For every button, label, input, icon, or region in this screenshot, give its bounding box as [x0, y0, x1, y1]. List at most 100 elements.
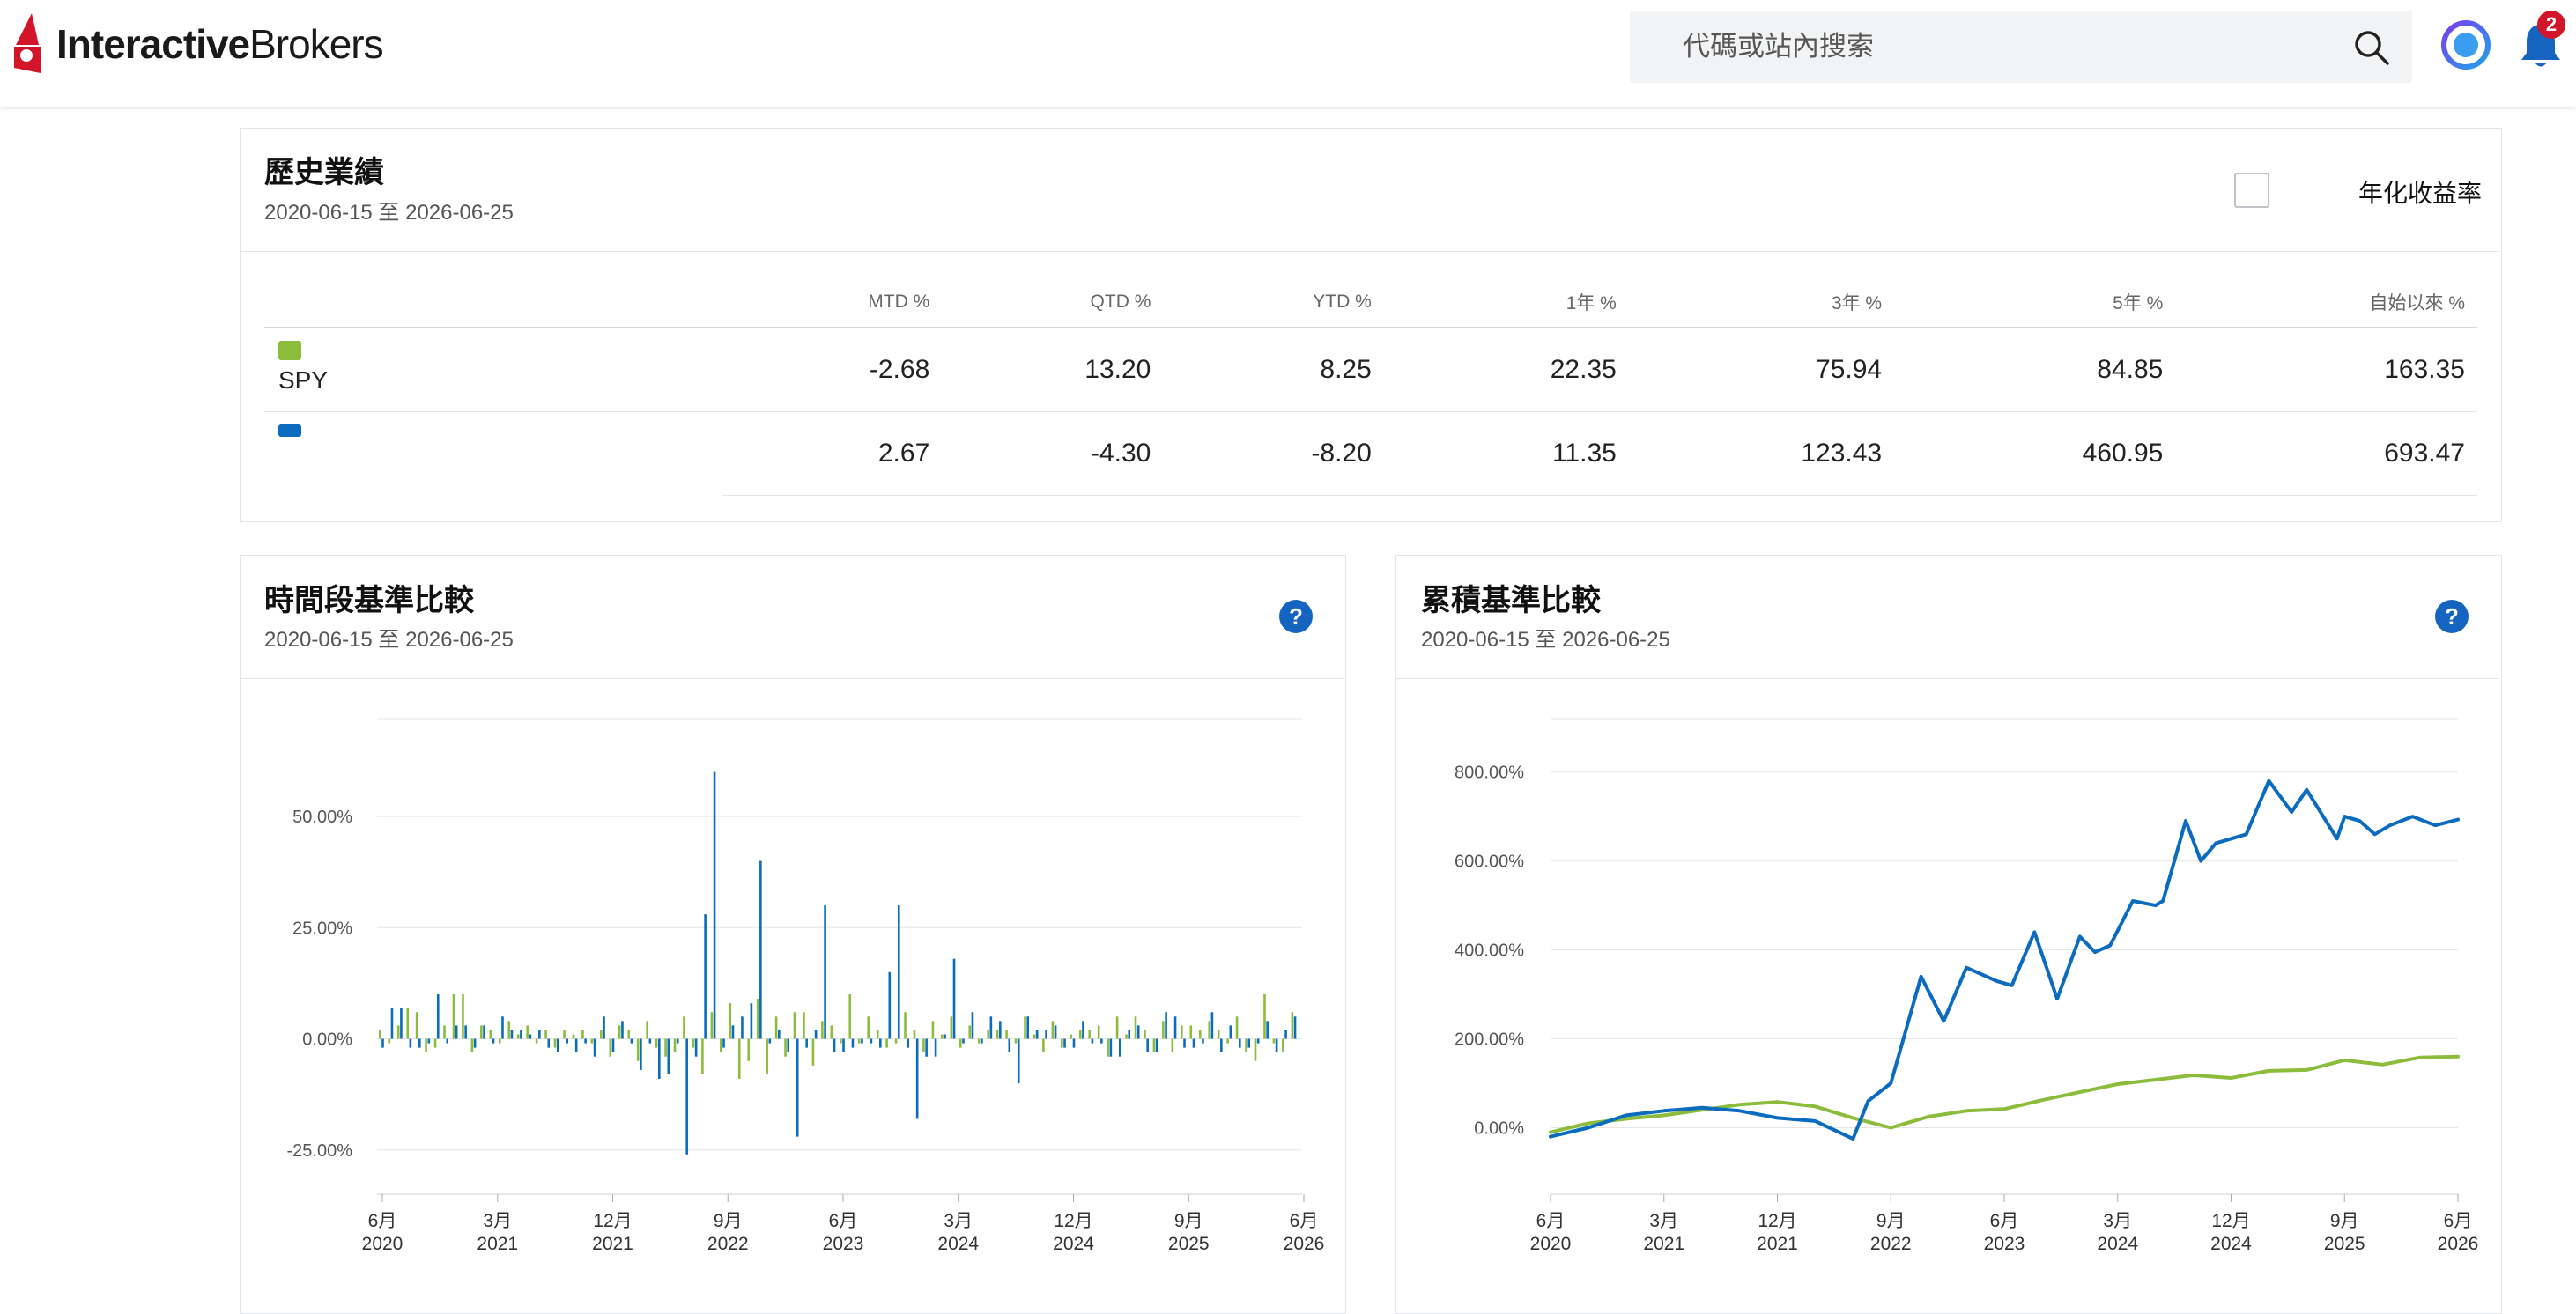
portfolio-qtd: -4.30	[942, 411, 1164, 496]
period-benchmark-date-range: 2020-06-15 至 2026-06-25	[264, 628, 514, 652]
spy-period-bar	[1014, 1038, 1018, 1044]
bar-chart-x-tick-year: 2024	[937, 1234, 979, 1254]
spy-period-bar	[1033, 1034, 1036, 1039]
spy-period-bar	[655, 1038, 658, 1048]
spy-period-bar	[498, 1038, 501, 1044]
spy-period-bar	[1217, 1030, 1220, 1039]
portfolio-period-bar	[879, 1038, 882, 1048]
spy-period-bar	[784, 1038, 787, 1057]
table-row-spy: SPY -2.68 13.20 8.25 22.35 75.94 84.85 1…	[264, 328, 2477, 412]
period-help-icon[interactable]: ?	[1279, 600, 1313, 633]
spy-period-bar	[848, 994, 852, 1039]
portfolio-period-bar	[759, 860, 762, 1039]
spy-period-bar	[737, 1038, 741, 1079]
spy-period-bar	[1189, 1025, 1193, 1039]
spy-period-bar	[1061, 1038, 1063, 1048]
portfolio-period-bar	[768, 1038, 772, 1044]
spy-period-bar	[489, 1030, 492, 1039]
spy-period-bar	[1078, 1030, 1082, 1039]
spy-period-bar	[774, 1016, 778, 1039]
portfolio-period-bar	[1045, 1030, 1047, 1039]
portfolio-period-bar	[722, 1038, 725, 1048]
portfolio-period-bar	[741, 1016, 744, 1039]
portfolio-period-bar	[851, 1038, 855, 1048]
portfolio-period-bar	[1220, 1038, 1223, 1052]
performance-table: MTD % QTD % YTD % 1年 % 3年 % 5年 % 自始以來 % …	[264, 277, 2477, 496]
spy-period-bar	[646, 1021, 648, 1039]
portfolio-period-bar	[648, 1038, 652, 1044]
portfolio-period-bar	[1210, 1012, 1214, 1039]
bar-chart-x-tick-year: 2026	[1284, 1234, 1325, 1254]
portfolio-cumulative-line	[1549, 779, 2460, 1141]
account-profile-icon[interactable]	[2440, 19, 2491, 70]
portfolio-5yr: 460.95	[1894, 411, 2176, 496]
line-chart-x-tick-year: 2025	[2324, 1234, 2365, 1254]
portfolio-period-bar	[981, 1038, 983, 1044]
spy-period-bar	[1024, 1016, 1026, 1039]
historical-performance-date-range: 2020-06-15 至 2026-06-25	[264, 201, 514, 225]
portfolio-period-bar	[584, 1038, 587, 1044]
spy-period-bar	[535, 1038, 538, 1044]
spy-period-bar	[867, 1016, 870, 1039]
portfolio-period-bar	[1247, 1038, 1251, 1048]
line-chart-y-tick-label: 800.00%	[1455, 764, 1524, 783]
portfolio-period-bar	[870, 1038, 873, 1044]
spy-period-bar	[1272, 1038, 1276, 1044]
portfolio-period-bar	[1165, 1012, 1167, 1039]
bar-chart-x-tick-month: 6月	[829, 1211, 858, 1231]
portfolio-period-bar	[464, 1025, 467, 1039]
search-box[interactable]: 代碼或站內搜索	[1630, 11, 2412, 83]
row-name-cell: SPY	[264, 328, 722, 412]
spy-period-bar	[1162, 1021, 1165, 1039]
line-chart-x-tick-month: 9月	[1876, 1211, 1906, 1231]
spy-period-bar	[1254, 1038, 1257, 1061]
bar-chart-y-tick-label: 50.00%	[292, 808, 352, 827]
spy-period-bar	[701, 1038, 704, 1074]
portfolio-period-bar	[436, 994, 440, 1039]
portfolio-period-bar	[409, 1038, 412, 1048]
spy-period-bar	[664, 1038, 667, 1057]
annualized-return-checkbox[interactable]	[2234, 173, 2269, 208]
line-chart-x-tick-month: 12月	[2211, 1211, 2250, 1231]
search-input[interactable]: 代碼或站內搜索	[1683, 11, 1874, 83]
spy-period-bar	[443, 1025, 446, 1039]
spy-period-bar	[1042, 1038, 1045, 1052]
portfolio-1yr: 11.35	[1383, 411, 1629, 496]
portfolio-period-bar	[694, 1038, 698, 1057]
spy-period-bar	[544, 1030, 547, 1039]
bar-chart-x-tick-month: 12月	[593, 1211, 632, 1231]
spy-period-bar	[793, 1012, 796, 1039]
cumulative-help-icon[interactable]: ?	[2435, 600, 2469, 633]
search-icon[interactable]	[2352, 28, 2391, 67]
portfolio-period-bar	[1136, 1025, 1140, 1039]
portfolio-period-bar	[814, 1030, 818, 1039]
portfolio-period-bar	[1054, 1025, 1057, 1039]
interactive-brokers-logo[interactable]: InteractiveBrokers	[12, 9, 384, 79]
spy-period-bar	[396, 1025, 400, 1039]
spy-period-bar	[904, 1012, 907, 1039]
spy-period-bar	[840, 1038, 842, 1044]
portfolio-period-bar	[971, 1012, 974, 1039]
bar-chart-x-tick-year: 2020	[362, 1234, 403, 1254]
spy-period-bar	[959, 1038, 962, 1048]
portfolio-period-bar	[547, 1038, 551, 1048]
spy-period-bar	[803, 1012, 805, 1039]
bar-chart-x-tick-month: 3月	[483, 1211, 512, 1231]
header-name-column	[264, 277, 722, 328]
spy-period-bar	[857, 1038, 861, 1044]
line-chart-x-tick-month: 6月	[2444, 1211, 2473, 1231]
header-since-inception: 自始以來 %	[2175, 277, 2477, 328]
period-benchmark-title: 時間段基準比較	[264, 584, 474, 617]
portfolio-period-bar	[538, 1030, 541, 1039]
portfolio-period-bar	[427, 1038, 431, 1044]
line-chart-x-tick-year: 2023	[1984, 1234, 2025, 1254]
portfolio-period-bar	[1155, 1038, 1158, 1052]
logo-text-bold: Interactive	[56, 21, 250, 67]
line-chart-x-tick-year: 2026	[2438, 1234, 2479, 1254]
spy-period-bar	[406, 1008, 409, 1039]
portfolio-period-bar	[390, 1008, 394, 1039]
portfolio-period-bar	[400, 1008, 403, 1039]
portfolio-period-bar	[381, 1038, 384, 1048]
spy-period-bar	[480, 1025, 483, 1039]
bar-chart-x-tick-year: 2022	[707, 1234, 749, 1254]
